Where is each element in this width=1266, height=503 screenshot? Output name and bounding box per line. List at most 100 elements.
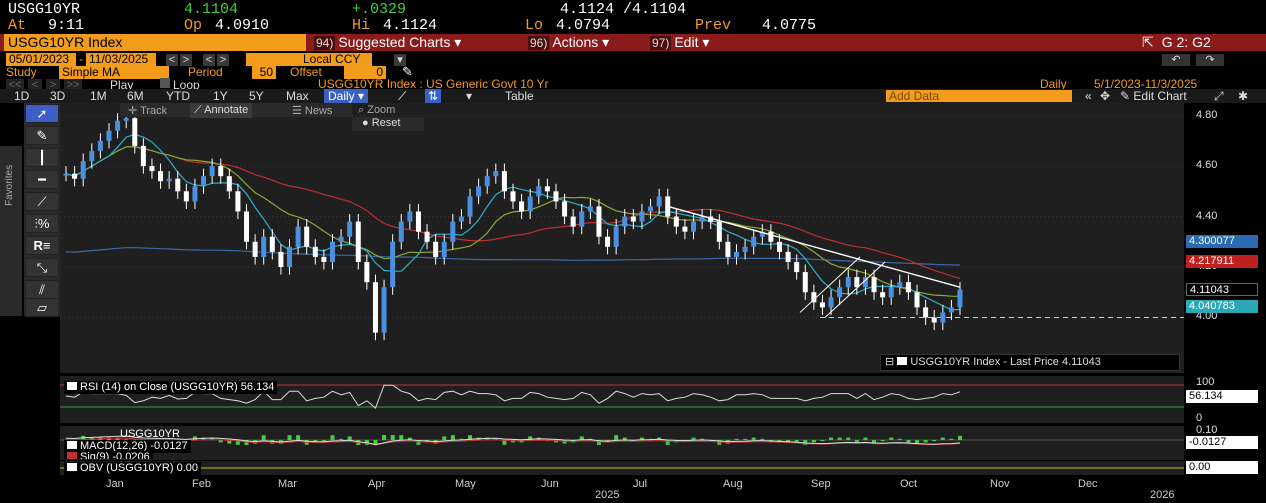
gear-icon[interactable]: ✱ — [1238, 89, 1248, 103]
parallel-tool[interactable]: ⫽ — [25, 280, 59, 299]
period-field[interactable]: 50 — [252, 66, 276, 79]
candle-body — [407, 211, 413, 222]
signal-label[interactable]: Sig(9) -0.0206 — [64, 451, 153, 459]
edit-chart-button[interactable]: ✎ Edit Chart — [1120, 89, 1187, 103]
cursor-tool[interactable]: ➚ — [25, 104, 59, 123]
interval-dropdown[interactable]: Daily ▾ — [324, 89, 369, 103]
macd-histogram-bar — [382, 435, 387, 440]
obv-label[interactable]: OBV (USGG10YR) 0.00 — [64, 462, 201, 475]
prev-label: Prev — [695, 17, 732, 34]
candle-body — [751, 236, 757, 247]
page-indicator[interactable]: ⇱ G 2: G2 — [1142, 34, 1211, 51]
candle-body — [476, 186, 482, 197]
chart-legend[interactable]: ⊟ USGG10YR Index - Last Price 4.11043 — [880, 354, 1180, 371]
obv-badge: 0.00 — [1186, 461, 1258, 474]
track-button[interactable]: ✛ Track — [128, 104, 167, 117]
date-prev-button[interactable]: < — [166, 54, 178, 66]
candle-body — [80, 161, 86, 179]
month-label: Jun — [541, 478, 559, 490]
period-button-max[interactable]: Max — [286, 89, 309, 103]
macd-histogram-bar — [287, 435, 292, 440]
low-value: 4.0794 — [556, 17, 611, 34]
undo-button[interactable]: ↶ — [1162, 54, 1190, 66]
fibonacci-tool[interactable]: ⫶% — [25, 214, 59, 233]
macd-histogram-bar — [442, 436, 447, 440]
chart-type-dropdown[interactable]: ▾ — [466, 89, 472, 103]
prev-value: 4.0775 — [762, 17, 817, 34]
macd-histogram-bar — [734, 438, 739, 440]
loop-checkbox[interactable] — [160, 78, 170, 88]
candle-body — [226, 176, 232, 192]
regression-tool[interactable]: R≡ — [25, 236, 59, 255]
news-button[interactable]: ☰ News — [292, 104, 332, 117]
vertical-line-tool[interactable]: ┃ — [25, 148, 59, 167]
period-button-1m[interactable]: 1M — [90, 89, 107, 103]
at-time: 9:11 — [48, 17, 85, 34]
horizontal-line-tool[interactable]: ━ — [25, 170, 59, 189]
rectangle-tool[interactable]: ▱ — [25, 298, 59, 317]
ma-mid-line — [65, 146, 961, 297]
redo-button[interactable]: ↷ — [1196, 54, 1224, 66]
annotate-button[interactable]: ⟋ Annotate — [190, 103, 253, 118]
candle-body — [931, 317, 937, 323]
annotate-label: Annotate — [204, 104, 249, 116]
open-label: Op — [184, 17, 203, 34]
period-button-3d[interactable]: 3D — [50, 89, 65, 103]
candle-body — [441, 241, 447, 257]
menu-label: Suggested Charts ▾ — [338, 34, 462, 50]
macd-panel[interactable] — [60, 426, 1184, 460]
candle-body — [673, 216, 679, 227]
trendline-tool[interactable]: ⟋ — [25, 192, 59, 211]
study-label: Study — [6, 65, 37, 79]
period-button-ytd[interactable]: YTD — [166, 89, 190, 103]
candle-body — [544, 186, 550, 192]
channel-tool[interactable]: ⤡ — [25, 258, 59, 277]
legend-text: USGG10YR Index - Last Price 4.11043 — [910, 356, 1101, 368]
drag-icon[interactable]: ✥ — [1100, 89, 1110, 103]
low-label: Lo — [525, 17, 544, 34]
macd-svg — [60, 435, 1184, 446]
period-button-6m[interactable]: 6M — [127, 89, 144, 103]
obv-panel[interactable] — [60, 461, 1184, 475]
macd-histogram-bar — [863, 437, 868, 440]
expand-icon[interactable]: ⤢ — [1214, 89, 1224, 103]
at-label: At — [8, 17, 27, 34]
candle-body — [682, 226, 688, 232]
actions-menu[interactable]: 96) Actions ▾ — [528, 34, 609, 51]
period-button-1y[interactable]: 1Y — [213, 89, 228, 103]
candle-body — [252, 241, 258, 257]
collapse-icon[interactable]: « — [1085, 89, 1092, 103]
table-button[interactable]: Table — [505, 89, 534, 103]
zoom-button[interactable]: ⌕ Zoom — [358, 104, 395, 117]
candle-body — [828, 297, 834, 308]
price-chart[interactable] — [60, 103, 1184, 373]
candle-body — [501, 171, 507, 192]
candle-body — [888, 287, 894, 298]
macd-histogram-bar — [450, 435, 455, 440]
y-tick: 4.40 — [1196, 209, 1218, 222]
security-field[interactable]: USGG10YR Index — [4, 34, 306, 51]
price-chart-svg[interactable] — [60, 103, 1184, 373]
candle-body — [235, 191, 241, 212]
macd-histogram-bar — [820, 440, 825, 442]
reset-button[interactable]: ● Reset — [352, 117, 424, 131]
period-button-5y[interactable]: 5Y — [249, 89, 264, 103]
suggested-charts-menu[interactable]: 94) Suggested Charts ▾ — [314, 34, 461, 51]
price-badge: 4.11043 — [1186, 282, 1258, 296]
candle-body — [639, 211, 645, 222]
favorites-panel[interactable]: Favorites — [0, 146, 22, 316]
rsi-label[interactable]: RSI (14) on Close (USGG10YR) 56.134 — [64, 381, 278, 394]
candle-body — [72, 173, 78, 179]
month-label: Jan — [106, 478, 124, 490]
candle-body — [596, 206, 602, 237]
add-data-field[interactable]: Add Data — [886, 90, 1072, 102]
period-button-1d[interactable]: 1D — [14, 89, 29, 103]
candle-body — [278, 251, 284, 268]
month-label: Sep — [811, 478, 831, 490]
line-chart-icon[interactable]: ⟋ — [398, 89, 406, 103]
candle-icon[interactable]: ⇅ — [425, 89, 442, 103]
candle-body — [837, 287, 843, 298]
macd-histogram-bar — [958, 435, 962, 440]
edit-menu[interactable]: 97) Edit ▾ — [650, 34, 709, 51]
pen-tool[interactable]: ✎ — [25, 126, 59, 145]
